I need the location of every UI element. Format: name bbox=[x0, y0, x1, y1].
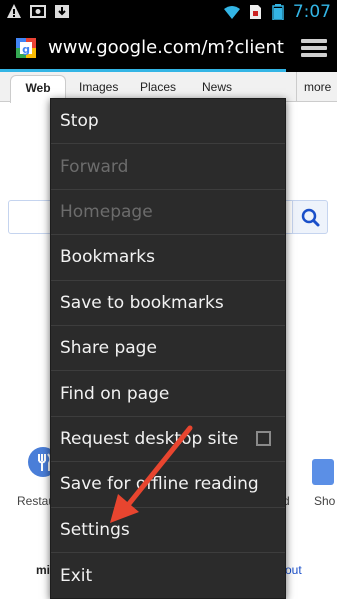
wifi-icon bbox=[223, 6, 240, 19]
tab-places[interactable]: Places bbox=[140, 80, 176, 94]
tab-more[interactable]: more bbox=[296, 72, 337, 102]
url-text[interactable]: www.google.com/m?client=ms bbox=[48, 36, 284, 60]
tab-images[interactable]: Images bbox=[79, 80, 118, 94]
menu-item-label: Settings bbox=[60, 519, 130, 540]
photo-icon bbox=[30, 5, 46, 18]
svg-text:g: g bbox=[22, 43, 30, 56]
menu-item-share-page[interactable]: Share page bbox=[51, 326, 285, 372]
desktop-site-checkbox[interactable] bbox=[256, 430, 271, 446]
menu-item-label: Save for offline reading bbox=[60, 474, 259, 495]
tab-news[interactable]: News bbox=[202, 80, 232, 94]
browser-screen: 7:07 g www.google.com/m?client=ms Web Im… bbox=[0, 0, 337, 599]
search-icon bbox=[301, 208, 320, 227]
google-favicon-icon: g bbox=[16, 38, 36, 58]
menu-item-settings[interactable]: Settings bbox=[51, 508, 285, 553]
shopping-label[interactable]: Sho bbox=[314, 494, 335, 508]
warning-icon bbox=[7, 4, 21, 18]
status-bar: 7:07 bbox=[0, 0, 337, 25]
menu-item-request-desktop-site[interactable]: Request desktop site bbox=[51, 417, 285, 463]
menu-item-label: Request desktop site bbox=[60, 428, 239, 449]
partial-bottom-left: mi bbox=[36, 563, 51, 577]
battery-icon bbox=[272, 4, 284, 20]
menu-item-label: Exit bbox=[60, 565, 93, 586]
status-bar-notifications bbox=[6, 3, 70, 19]
sim-icon bbox=[249, 5, 261, 19]
menu-item-homepage: Homepage bbox=[51, 190, 285, 236]
status-bar-system: 7:07 bbox=[223, 2, 331, 22]
menu-item-save-offline[interactable]: Save for offline reading bbox=[51, 462, 285, 508]
menu-item-label: Homepage bbox=[60, 201, 153, 222]
overflow-menu-icon[interactable] bbox=[301, 39, 327, 59]
browser-overflow-menu: Stop Forward Homepage Bookmarks Save to … bbox=[50, 98, 286, 599]
menu-item-find-on-page[interactable]: Find on page bbox=[51, 371, 285, 417]
menu-item-label: Forward bbox=[60, 156, 129, 177]
search-button[interactable] bbox=[292, 200, 328, 234]
menu-item-label: Bookmarks bbox=[60, 247, 155, 268]
url-bar[interactable]: g www.google.com/m?client=ms bbox=[0, 25, 337, 72]
menu-item-label: Share page bbox=[60, 338, 157, 359]
clock: 7:07 bbox=[292, 2, 331, 22]
menu-item-bookmarks[interactable]: Bookmarks bbox=[51, 235, 285, 281]
menu-item-label: Stop bbox=[60, 111, 99, 132]
menu-item-label: Find on page bbox=[60, 383, 170, 404]
menu-item-label: Save to bookmarks bbox=[60, 292, 224, 313]
menu-item-stop[interactable]: Stop bbox=[51, 99, 285, 145]
menu-item-save-to-bookmarks[interactable]: Save to bookmarks bbox=[51, 281, 285, 326]
menu-item-exit[interactable]: Exit bbox=[51, 553, 285, 598]
menu-item-forward: Forward bbox=[51, 144, 285, 190]
partial-bottom-link[interactable]: out bbox=[285, 563, 302, 577]
shopping-icon[interactable] bbox=[312, 459, 334, 485]
download-icon bbox=[55, 5, 69, 18]
